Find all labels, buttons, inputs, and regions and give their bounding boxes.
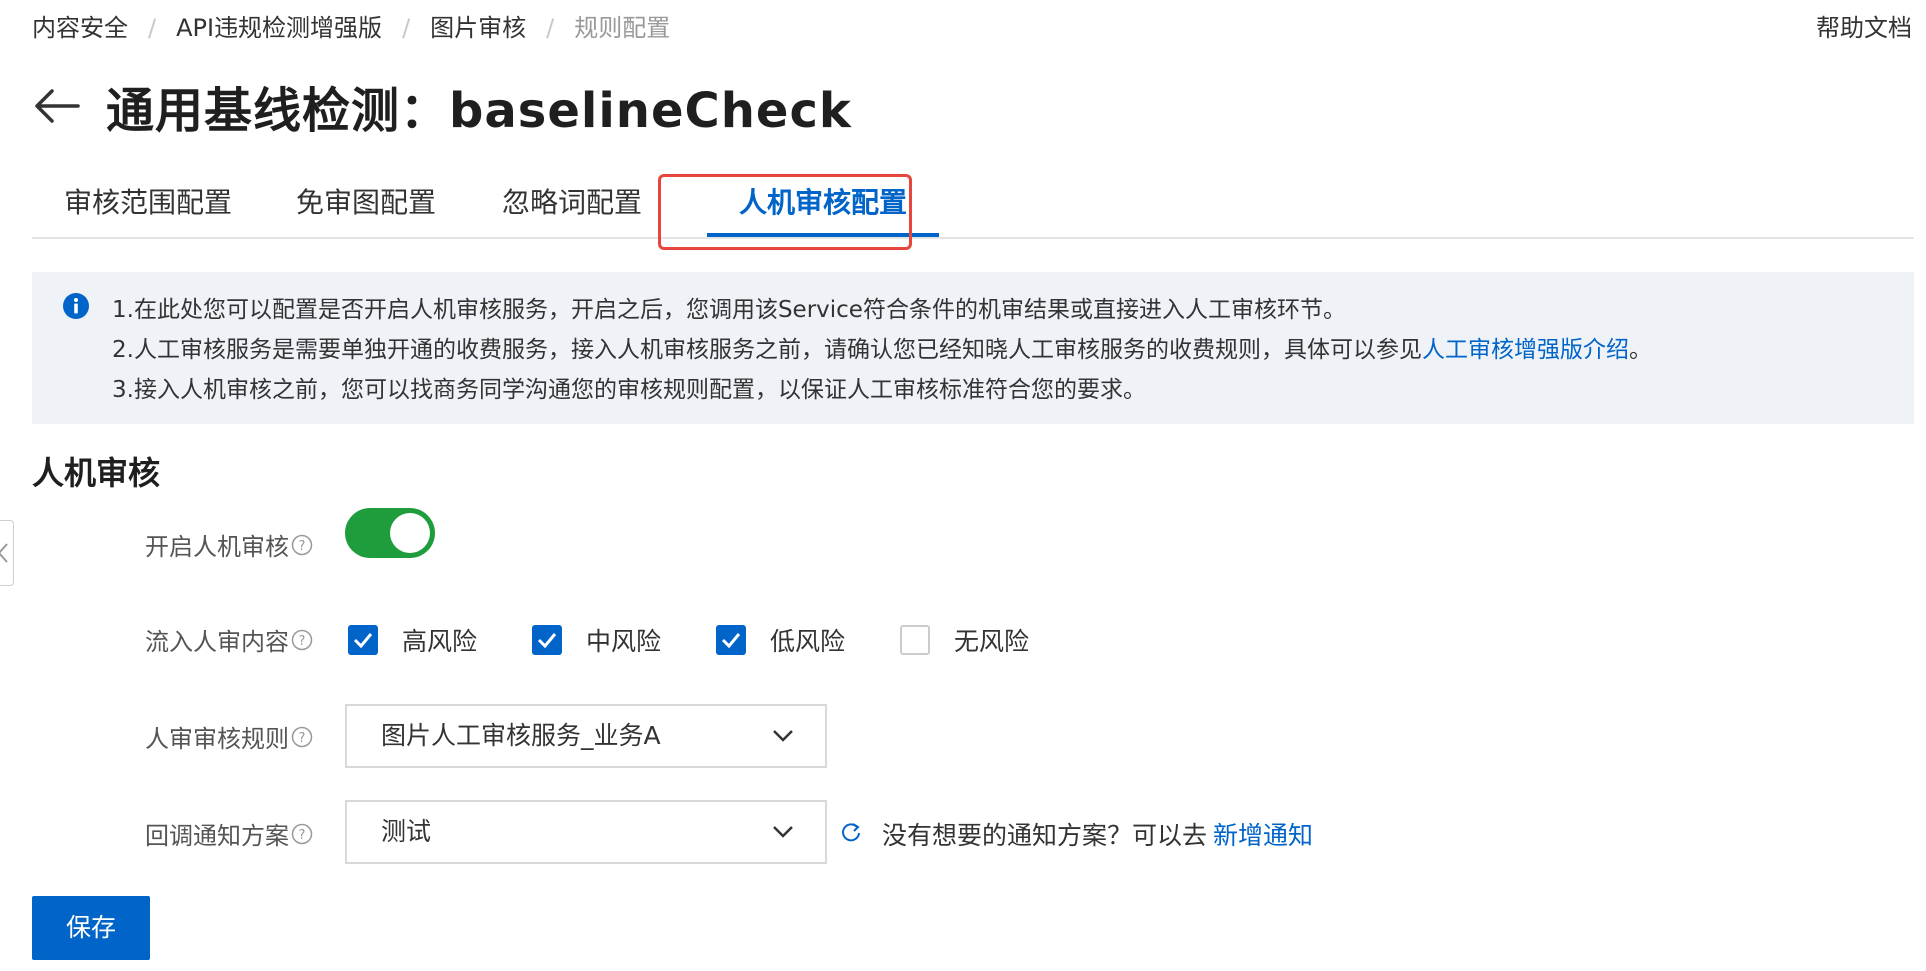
checkmark-icon [353, 633, 373, 649]
tab-review-scope[interactable]: 审核范围配置 [64, 175, 232, 237]
svg-text:?: ? [299, 828, 306, 843]
review-rule-value: 图片人工审核服务_业务A [381, 721, 661, 750]
help-docs-link[interactable]: 帮助文档 [1816, 12, 1912, 44]
chevron-down-icon [773, 730, 793, 742]
enable-review-switch[interactable] [345, 508, 435, 558]
notice-line-2-text: 2.人工审核服务是需要单独开通的收费服务，接入人机审核服务之前，请确认您已经知晓… [112, 337, 1422, 363]
checkmark-icon [537, 633, 557, 649]
checkbox-checked[interactable] [532, 625, 562, 655]
refresh-icon[interactable] [840, 821, 862, 843]
tab-bar: 审核范围配置 免审图配置 忽略词配置 人机审核配置 [32, 175, 1914, 239]
back-arrow-icon[interactable] [32, 86, 82, 126]
rule-label: 人审审核规则 ? [145, 719, 313, 754]
content-label-text: 流入人审内容 [145, 628, 289, 656]
notice-line-1: 1.在此处您可以配置是否开启人机审核服务，开启之后，您调用该Service符合条… [112, 297, 1346, 323]
checkbox-low-risk[interactable]: 低风险 [716, 622, 845, 658]
switch-knob [390, 513, 430, 553]
checkbox-medium-risk[interactable]: 中风险 [532, 622, 661, 658]
breadcrumb-item-api-detection[interactable]: API违规检测增强版 [176, 12, 382, 44]
sidebar-collapse-handle[interactable] [0, 520, 14, 586]
page-header: 通用基线检测：baselineCheck [32, 74, 852, 139]
chevron-down-icon [773, 826, 793, 838]
tab-ignore-words[interactable]: 忽略词配置 [502, 175, 642, 237]
enable-review-label-text: 开启人机审核 [145, 533, 289, 561]
svg-text:?: ? [299, 634, 306, 649]
breadcrumb-item-rule-config: 规则配置 [574, 14, 671, 42]
checkbox-label: 低风险 [770, 627, 846, 656]
content-label: 流入人审内容 ? [145, 622, 313, 657]
checkbox-checked[interactable] [348, 625, 378, 655]
breadcrumb-item-content-security[interactable]: 内容安全 [32, 12, 128, 44]
checkbox-unchecked[interactable] [900, 625, 930, 655]
svg-text:?: ? [299, 731, 306, 746]
add-notification-link[interactable]: 新增通知 [1213, 821, 1313, 850]
notice-line-2-end: 。 [1628, 337, 1652, 363]
notice-line-3: 3.接入人机审核之前，您可以找商务同学沟通您的审核规则配置，以保证人工审核标准符… [112, 377, 1146, 403]
breadcrumb-item-image-review[interactable]: 图片审核 [430, 12, 526, 44]
info-notice: 1.在此处您可以配置是否开启人机审核服务，开启之后，您调用该Service符合条… [32, 272, 1914, 424]
callback-plan-select[interactable]: 测试 [345, 800, 827, 864]
checkbox-label: 无风险 [954, 627, 1030, 656]
checkbox-label: 中风险 [586, 627, 662, 656]
notice-line-2: 2.人工审核服务是需要单独开通的收费服务，接入人机审核服务之前，请确认您已经知晓… [112, 330, 1652, 370]
section-title: 人机审核 [32, 454, 161, 492]
callback-plan-value: 测试 [381, 817, 432, 846]
page-title: 通用基线检测：baselineCheck [106, 83, 852, 139]
callback-label: 回调通知方案 ? [145, 816, 313, 851]
breadcrumb-separator: / [402, 14, 411, 42]
breadcrumb: 内容安全 / API违规检测增强版 / 图片审核 / 规则配置 [32, 12, 670, 44]
rule-label-text: 人审审核规则 [145, 725, 289, 753]
question-icon[interactable]: ? [291, 726, 313, 748]
checkbox-label: 高风险 [402, 627, 478, 656]
enable-review-label: 开启人机审核 ? [145, 527, 313, 562]
question-icon[interactable]: ? [291, 823, 313, 845]
question-icon[interactable]: ? [291, 534, 313, 556]
breadcrumb-separator: / [546, 14, 555, 42]
question-icon[interactable]: ? [291, 629, 313, 651]
callback-label-text: 回调通知方案 [145, 822, 289, 850]
breadcrumb-separator: / [148, 14, 157, 42]
svg-text:?: ? [299, 539, 306, 554]
info-icon [63, 293, 89, 319]
checkmark-icon [721, 633, 741, 649]
active-tab-highlight-box [658, 174, 912, 250]
checkbox-checked[interactable] [716, 625, 746, 655]
human-review-intro-link[interactable]: 人工审核增强版介绍 [1422, 337, 1629, 363]
chevron-left-icon [0, 543, 8, 563]
checkbox-no-risk[interactable]: 无风险 [900, 622, 1029, 658]
checkbox-high-risk[interactable]: 高风险 [348, 622, 477, 658]
callback-hint: 没有想要的通知方案？可以去 新增通知 [882, 816, 1313, 852]
review-rule-select[interactable]: 图片人工审核服务_业务A [345, 704, 827, 768]
save-button[interactable]: 保存 [32, 896, 150, 960]
tab-exempt-images[interactable]: 免审图配置 [296, 175, 436, 237]
callback-hint-text: 没有想要的通知方案？可以去 [882, 821, 1208, 850]
